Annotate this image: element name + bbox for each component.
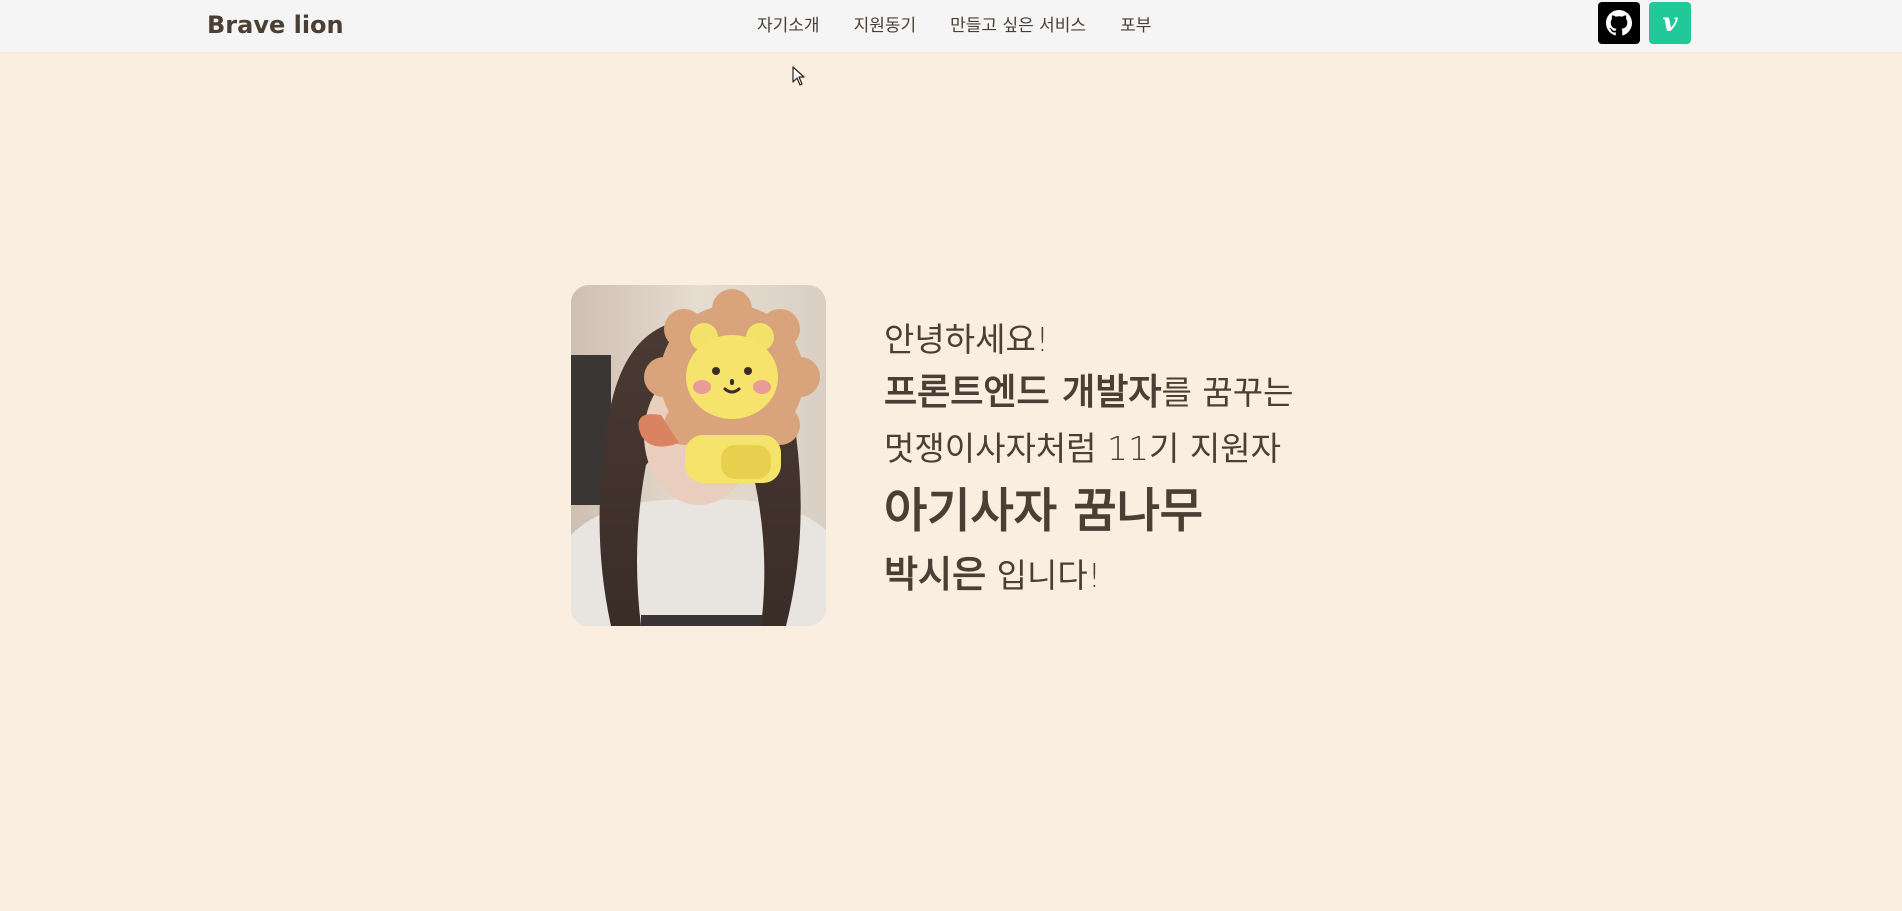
github-link[interactable] <box>1598 2 1640 44</box>
nav-link-services[interactable]: 만들고 싶은 서비스 <box>933 0 1103 52</box>
lion-sticker-photo-icon <box>571 285 826 626</box>
navbar: Brave lion 자기소개 지원동기 만들고 싶은 서비스 포부 v <box>0 0 1902 52</box>
dream-line: 프론트엔드 개발자를 꿈꾸는 <box>884 365 1444 421</box>
intro-text: 안녕하세요! 프론트엔드 개발자를 꿈꾸는 멋쟁이사자처럼 11기 지원자 아기… <box>884 315 1444 604</box>
brand-logo-link[interactable]: Brave lion <box>207 10 344 40</box>
github-icon <box>1606 10 1632 36</box>
velog-link[interactable]: v <box>1649 2 1691 44</box>
nav-link-about[interactable]: 자기소개 <box>740 0 837 52</box>
name-strong: 박시은 <box>884 553 987 596</box>
nav-link-motivation[interactable]: 지원동기 <box>837 0 934 52</box>
dream-rest: 를 꿈꾸는 <box>1161 373 1294 412</box>
nav-menu: 자기소개 지원동기 만들고 싶은 서비스 포부 <box>740 0 1168 52</box>
mouse-cursor-icon <box>792 66 805 86</box>
greeting: 안녕하세요! <box>884 320 1050 359</box>
velog-icon: v <box>1662 8 1678 38</box>
nickname: 아기사자 꿈나무 <box>884 484 1204 539</box>
name-rest: 입니다! <box>986 556 1101 595</box>
nav-link-aspiration[interactable]: 포부 <box>1103 0 1168 52</box>
profile-photo <box>571 285 826 626</box>
dream-strong: 프론트엔드 개발자 <box>884 372 1162 413</box>
name-line: 박시은 입니다! <box>884 547 1444 604</box>
org-line: 멋쟁이사자처럼 11기 지원자 <box>884 429 1281 468</box>
